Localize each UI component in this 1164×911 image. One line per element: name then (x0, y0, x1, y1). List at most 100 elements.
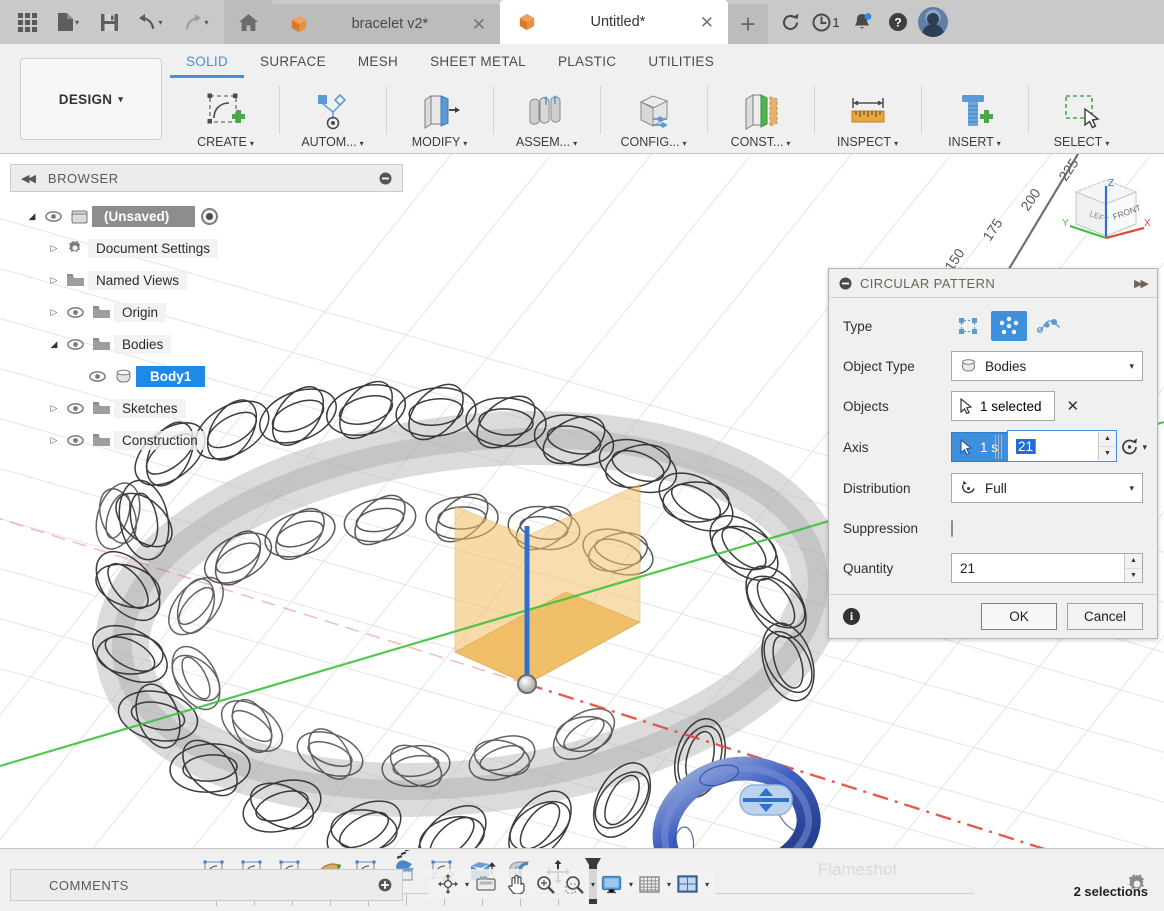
panel-modify[interactable]: MODIFY ▾ (386, 80, 493, 154)
tree-item-document-settings[interactable]: ▷ Document Settings (10, 232, 310, 264)
look-at-camera-icon[interactable] (471, 870, 501, 898)
document-tab-untitled[interactable]: Untitled* ✕ (500, 0, 728, 44)
fit-zoom-window-icon[interactable] (561, 870, 588, 898)
job-status-icon[interactable]: 1 (810, 0, 842, 44)
panel-select[interactable]: SELECT ▾ (1028, 80, 1135, 154)
tab-plastic[interactable]: PLASTIC (542, 50, 632, 75)
zoom-icon[interactable] (532, 870, 559, 898)
panel-configure[interactable]: CONFIG... ▾ (600, 80, 707, 154)
chevron-down-icon[interactable]: ▾ (591, 880, 595, 889)
display-settings-icon[interactable] (597, 870, 626, 898)
chevron-down-icon[interactable]: ▾ (1129, 361, 1134, 372)
panel-create[interactable]: CREATE ▾ (172, 80, 279, 154)
objects-select-button[interactable]: 1 selected (951, 391, 1055, 421)
new-document-button[interactable]: + (728, 4, 768, 44)
close-tab-icon[interactable]: ✕ (700, 14, 714, 31)
workspace-selector[interactable]: DESIGN ▾ (20, 58, 162, 140)
quantity-inline-spinner[interactable]: ▲ ▼ (1098, 432, 1116, 460)
panel-automate[interactable]: AUTOM... ▾ (279, 80, 386, 154)
expand-arrow-icon[interactable]: ▷ (46, 435, 62, 446)
plus-circle-icon[interactable] (378, 878, 392, 892)
view-cube[interactable]: LEFT FRONT Z X Y (1058, 166, 1154, 262)
visibility-eye-icon[interactable] (84, 370, 110, 382)
chevron-down-icon[interactable]: ▾ (667, 880, 671, 889)
visibility-eye-icon[interactable] (62, 434, 88, 446)
visibility-eye-icon[interactable] (62, 338, 88, 350)
viewport-layout-icon[interactable] (673, 870, 702, 898)
chevron-down-icon[interactable]: ▾ (1142, 442, 1147, 453)
undo-icon[interactable]: ▾ (128, 3, 172, 41)
tree-item-origin[interactable]: ▷ Origin (10, 296, 310, 328)
objects-clear-icon[interactable]: ✕ (1067, 397, 1080, 415)
info-icon[interactable]: i (843, 608, 860, 625)
comments-panel[interactable]: COMMENTS (10, 869, 403, 901)
dialog-expand-icon[interactable]: ▶▶ (1134, 277, 1149, 290)
home-icon[interactable] (224, 0, 272, 44)
tab-sheet-metal[interactable]: SHEET METAL (414, 50, 542, 75)
tab-mesh[interactable]: MESH (342, 50, 414, 75)
panel-construct[interactable]: CONST... ▾ (707, 80, 814, 154)
spin-up-icon[interactable]: ▲ (1099, 432, 1116, 447)
expand-arrow-icon[interactable]: ▷ (46, 403, 62, 414)
notifications-bell-icon[interactable] (846, 0, 878, 44)
pan-hand-icon[interactable] (503, 870, 530, 898)
spin-up-icon[interactable]: ▲ (1125, 554, 1142, 569)
expand-arrow-icon[interactable]: ▷ (46, 243, 62, 254)
tree-item-construction[interactable]: ▷ Construction (10, 424, 310, 456)
document-tab-bracelet[interactable]: bracelet v2* ✕ (272, 4, 500, 44)
visibility-eye-icon[interactable] (62, 402, 88, 414)
suppression-checkbox[interactable] (951, 519, 953, 537)
close-tab-icon[interactable]: ✕ (472, 16, 486, 33)
tree-item-unsaved[interactable]: ◢ (Unsaved) (10, 200, 310, 232)
tab-utilities[interactable]: UTILITIES (632, 50, 730, 75)
spin-down-icon[interactable]: ▼ (1125, 569, 1142, 583)
quantity-inline-input[interactable]: 21 ▲ ▼ (1007, 430, 1117, 462)
ok-button[interactable]: OK (981, 603, 1057, 630)
cancel-button[interactable]: Cancel (1067, 603, 1143, 630)
tab-solid[interactable]: SOLID (170, 50, 245, 78)
redo-icon[interactable]: ▾ (174, 3, 218, 41)
circular-pattern-dialog[interactable]: CIRCULAR PATTERN ▶▶ Type Object Type Bod… (828, 268, 1158, 639)
expand-arrow-icon[interactable]: ◢ (24, 211, 40, 222)
chevron-down-icon[interactable]: ▾ (629, 880, 633, 889)
pattern-type-rectangular-button[interactable] (951, 311, 987, 341)
save-icon[interactable] (92, 3, 126, 41)
tree-item-sketches[interactable]: ▷ Sketches (10, 392, 310, 424)
file-caret-icon[interactable]: ▾ (75, 18, 79, 27)
expand-arrow-icon[interactable]: ▷ (46, 307, 62, 318)
input-drag-grip[interactable] (993, 433, 1005, 461)
chevron-down-icon[interactable]: ▾ (465, 880, 469, 889)
distribution-select[interactable]: Full ▾ (951, 473, 1143, 503)
expand-arrow-icon[interactable]: ◢ (46, 339, 62, 350)
workspace-caret-icon[interactable]: ▾ (118, 94, 123, 105)
tree-item-body1[interactable]: Body1 (10, 360, 310, 392)
spin-down-icon[interactable]: ▼ (1099, 447, 1116, 461)
refresh-icon[interactable] (774, 0, 806, 44)
app-grid-icon[interactable] (10, 3, 44, 41)
pattern-type-path-button[interactable] (1031, 311, 1067, 341)
axis-flip-control[interactable]: ▾ (1120, 438, 1147, 456)
expand-arrow-icon[interactable]: ▷ (46, 275, 62, 286)
quantity-spinner[interactable]: ▲ ▼ (1124, 554, 1142, 582)
tree-item-bodies[interactable]: ◢ Bodies (10, 328, 310, 360)
file-icon[interactable]: ▾ (46, 3, 90, 41)
minus-circle-icon[interactable] (379, 172, 392, 185)
activate-component-radio[interactable] (201, 207, 219, 225)
minus-circle-icon[interactable] (839, 277, 852, 290)
panel-assemble[interactable]: ASSEM... ▾ (493, 80, 600, 154)
chevron-down-icon[interactable]: ▾ (705, 880, 709, 889)
panel-insert[interactable]: INSERT ▾ (921, 80, 1028, 154)
visibility-eye-icon[interactable] (62, 306, 88, 318)
grid-snaps-icon[interactable] (635, 870, 664, 898)
chevron-down-icon[interactable]: ▾ (1129, 483, 1134, 494)
panel-inspect[interactable]: INSPECT ▾ (814, 80, 921, 154)
undo-caret-icon[interactable]: ▾ (158, 18, 162, 27)
user-avatar[interactable] (918, 7, 948, 37)
orbit-icon[interactable] (434, 870, 462, 898)
tab-surface[interactable]: SURFACE (244, 50, 342, 75)
quantity-input[interactable]: 21 ▲ ▼ (951, 553, 1143, 583)
browser-collapse-icon[interactable]: ◀◀ (21, 172, 36, 185)
tree-item-named-views[interactable]: ▷ Named Views (10, 264, 310, 296)
redo-caret-icon[interactable]: ▾ (204, 18, 208, 27)
object-type-select[interactable]: Bodies ▾ (951, 351, 1143, 381)
